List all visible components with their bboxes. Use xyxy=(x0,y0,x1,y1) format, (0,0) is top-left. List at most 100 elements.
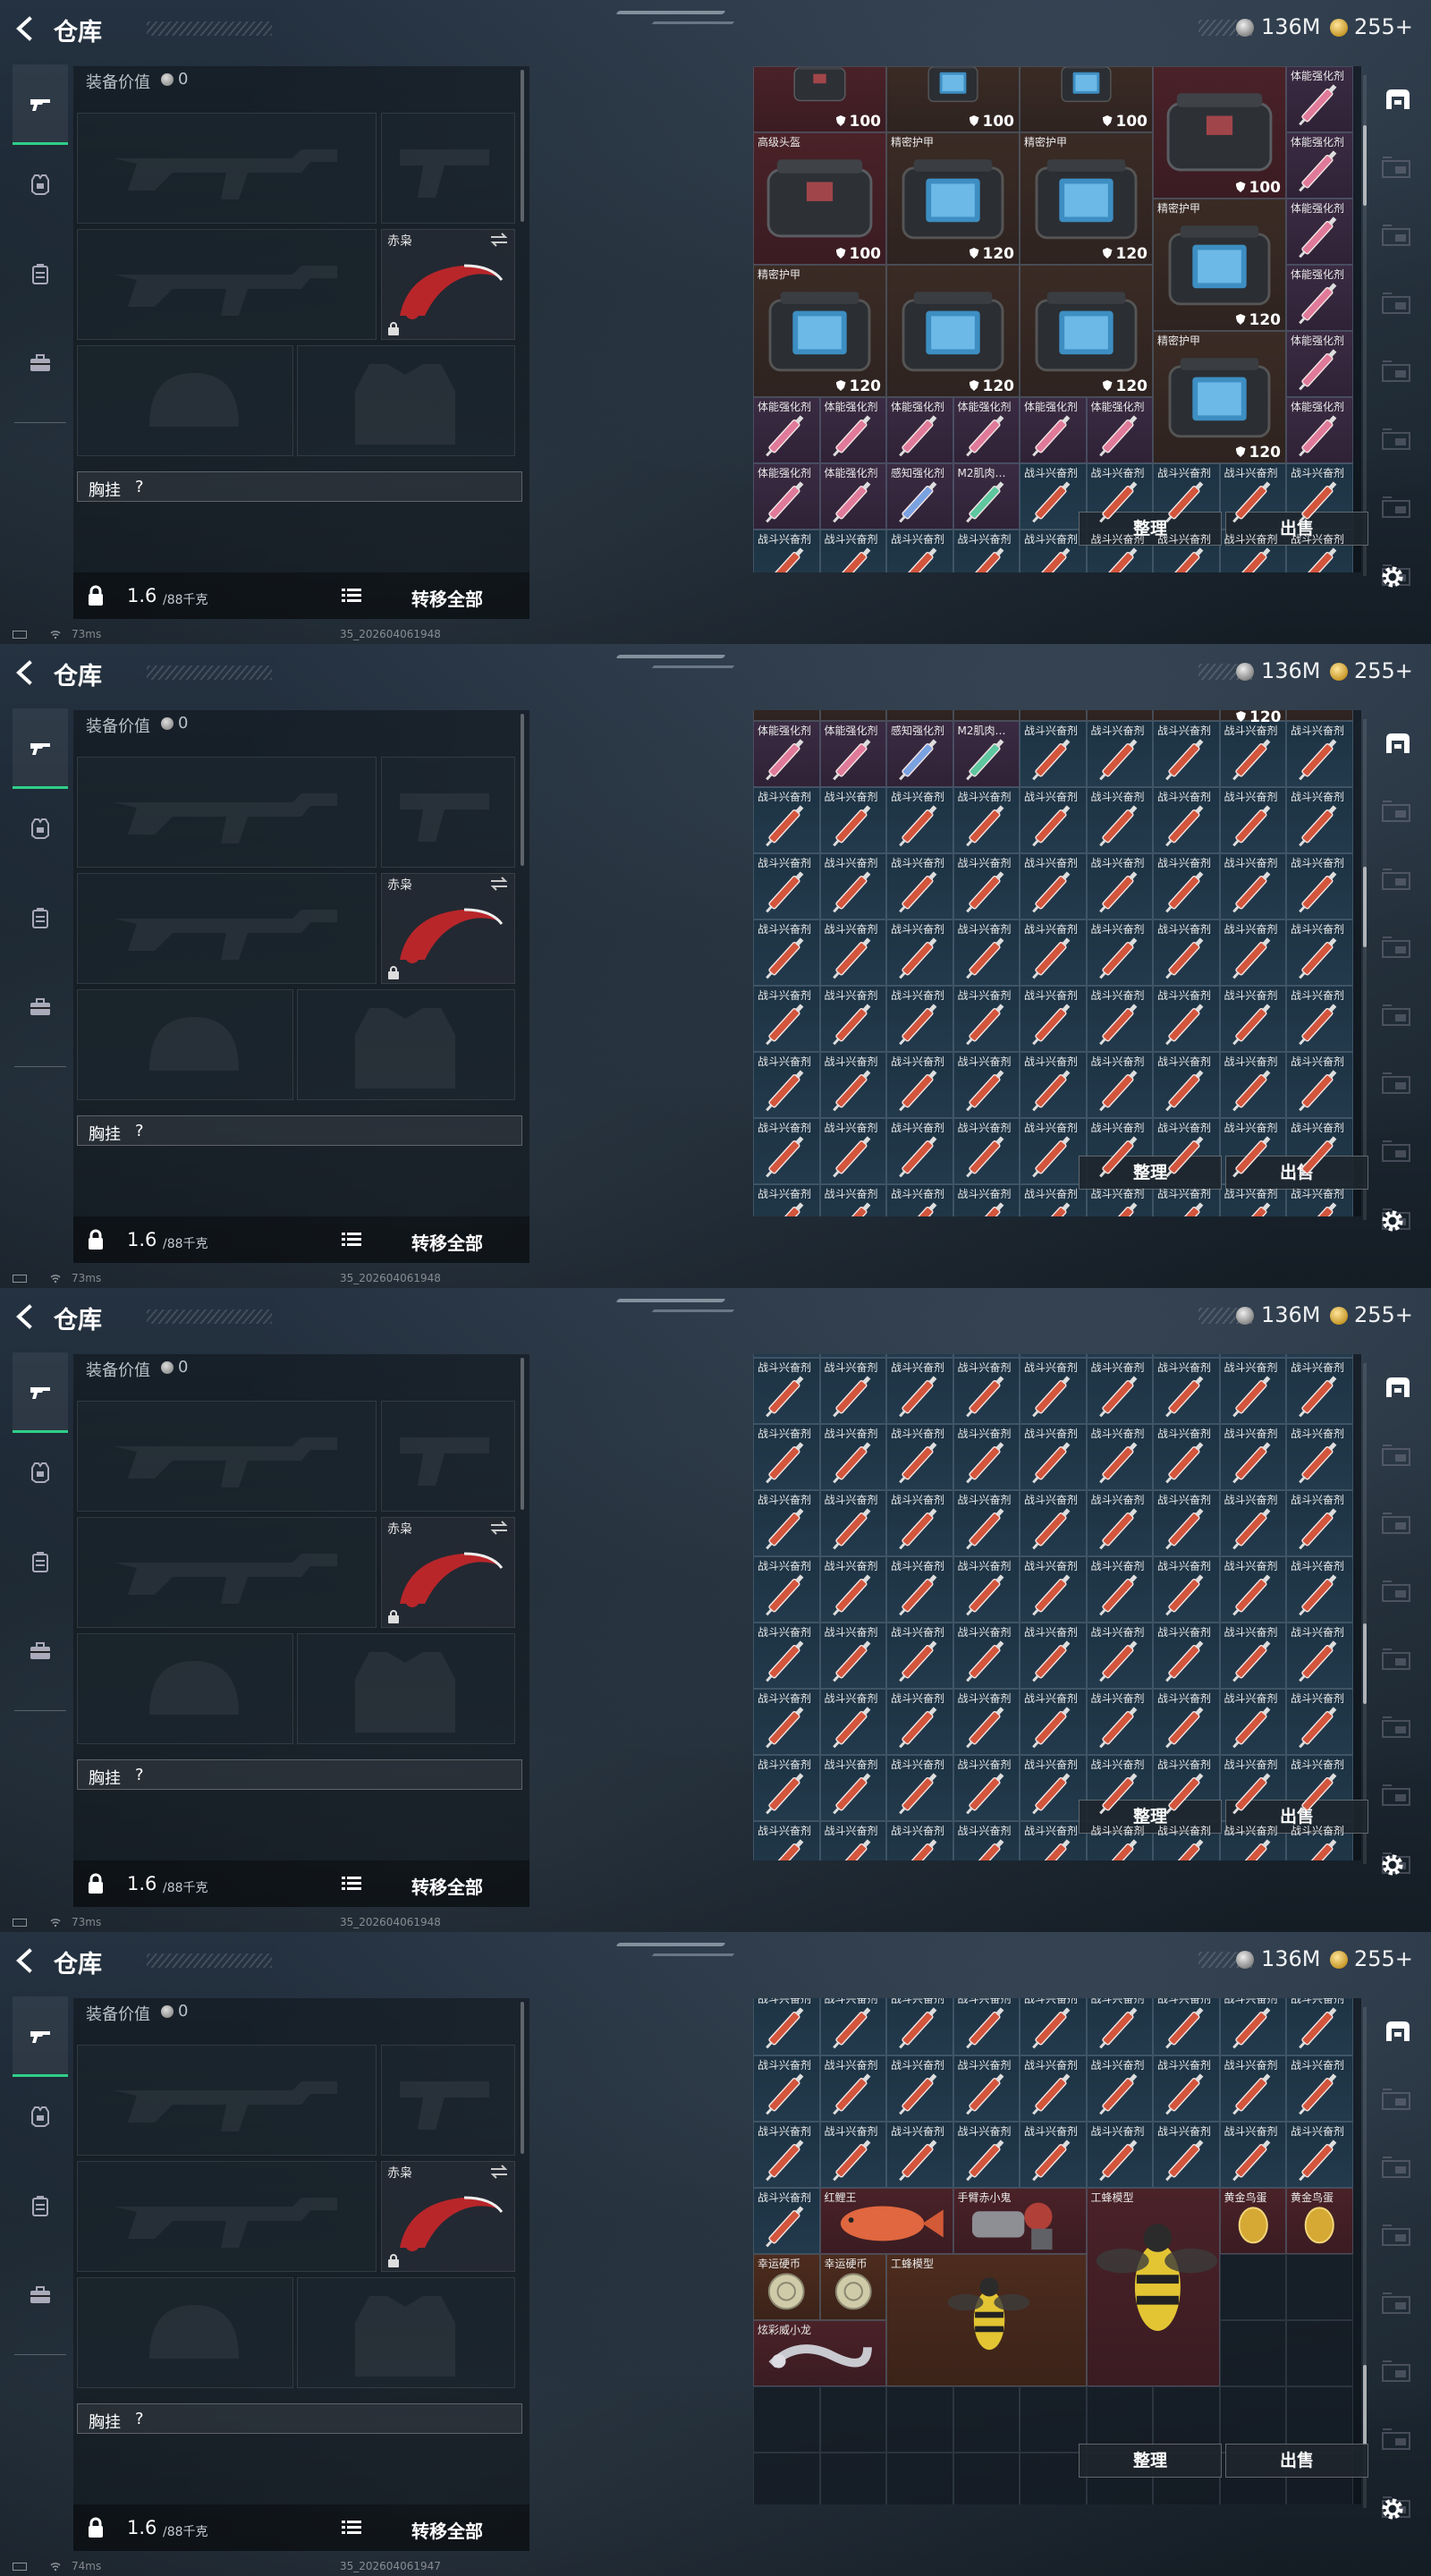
stash-item[interactable]: 战斗兴奋剂 xyxy=(1219,530,1286,572)
stash-scrollbar[interactable] xyxy=(1363,75,1367,576)
stash-item[interactable]: 战斗兴奋剂 xyxy=(1020,919,1087,986)
stash-item[interactable]: 战斗兴奋剂 xyxy=(1086,1490,1153,1556)
stash-item[interactable]: 战斗兴奋剂 xyxy=(886,853,953,919)
stash-item[interactable]: 战斗兴奋剂 xyxy=(1153,1118,1220,1184)
stash-item[interactable]: 体能强化剂 xyxy=(1286,397,1353,463)
stash-item[interactable]: 战斗兴奋剂 xyxy=(753,986,820,1052)
stash-scrollbar[interactable] xyxy=(1363,2007,1367,2508)
stash-item[interactable]: 战斗兴奋剂 xyxy=(819,853,886,919)
stash-item[interactable]: 体能强化剂 xyxy=(753,721,820,787)
stash-item[interactable]: 战斗兴奋剂 xyxy=(953,1052,1020,1118)
stash-scroll-thumb[interactable] xyxy=(1363,867,1367,947)
stash-item[interactable]: 战斗兴奋剂 xyxy=(1286,1490,1353,1556)
settings-gear-icon[interactable] xyxy=(1379,564,1406,590)
stash-item[interactable]: 战斗兴奋剂 xyxy=(1086,853,1153,919)
stash-item[interactable] xyxy=(753,710,820,721)
stash-item[interactable]: 战斗兴奋剂 xyxy=(1219,463,1286,530)
stash-item[interactable]: 战斗兴奋剂 xyxy=(886,1556,953,1623)
stash-item[interactable]: 战斗兴奋剂 xyxy=(1153,2055,1220,2122)
stash-item[interactable]: 战斗兴奋剂 xyxy=(953,919,1020,986)
stash-item[interactable] xyxy=(1086,710,1153,721)
stash-item[interactable]: 战斗兴奋剂 xyxy=(1153,919,1220,986)
armor-slot[interactable] xyxy=(297,2277,515,2388)
stash-item[interactable]: 战斗兴奋剂 xyxy=(1153,1358,1220,1424)
stash-item[interactable]: 战斗兴奋剂 xyxy=(1219,1556,1286,1623)
stash-item[interactable]: 战斗兴奋剂 xyxy=(1153,530,1220,572)
stash-item[interactable]: 体能强化剂 xyxy=(753,463,820,530)
stash-item[interactable]: 战斗兴奋剂 xyxy=(753,1490,820,1556)
empty-cell[interactable] xyxy=(953,2453,1020,2504)
stash-item[interactable]: 战斗兴奋剂 xyxy=(1086,1998,1153,2055)
stash-item[interactable]: 战斗兴奋剂 xyxy=(1086,1184,1153,1216)
stash-item[interactable]: 战斗兴奋剂 xyxy=(753,2055,820,2122)
stash-item[interactable]: 体能强化剂 xyxy=(1020,397,1087,463)
list-icon[interactable] xyxy=(342,1875,361,1893)
stash-item[interactable]: 战斗兴奋剂 xyxy=(753,1184,820,1216)
stash-item[interactable]: 战斗兴奋剂 xyxy=(753,1998,820,2055)
stash-item[interactable]: 精密护甲 120 xyxy=(886,132,1020,265)
stash-item[interactable]: 工蜂模型 xyxy=(886,2254,1087,2386)
stash-item[interactable]: 战斗兴奋剂 xyxy=(886,1358,953,1424)
stash-item[interactable]: 战斗兴奋剂 xyxy=(1153,1556,1220,1623)
stash-tab-main-icon[interactable] xyxy=(1379,86,1417,113)
stash-item[interactable]: 战斗兴奋剂 xyxy=(1086,1052,1153,1118)
stash-item[interactable]: 战斗兴奋剂 xyxy=(1086,1689,1153,1755)
stash-item[interactable]: 战斗兴奋剂 xyxy=(886,2122,953,2188)
stash-item[interactable]: 战斗兴奋剂 xyxy=(819,1184,886,1216)
stash-item[interactable]: M2肌肉… xyxy=(953,463,1020,530)
stash-tab-icon[interactable] xyxy=(1379,358,1417,385)
stash-item[interactable]: 战斗兴奋剂 xyxy=(953,1358,1020,1424)
list-icon[interactable] xyxy=(342,2519,361,2537)
stash-item[interactable]: 战斗兴奋剂 xyxy=(886,1755,953,1821)
stash-item[interactable]: 战斗兴奋剂 xyxy=(753,919,820,986)
stash-item[interactable]: 手臂赤小鬼 xyxy=(953,2188,1087,2254)
stash-item[interactable]: 战斗兴奋剂 xyxy=(753,2122,820,2188)
stash-item[interactable]: 100 xyxy=(753,66,886,132)
stash-item[interactable]: 战斗兴奋剂 xyxy=(1020,1998,1087,2055)
stash-item[interactable]: 战斗兴奋剂 xyxy=(1020,2055,1087,2122)
stash-item[interactable]: 战斗兴奋剂 xyxy=(1219,1689,1286,1755)
stash-item[interactable]: 战斗兴奋剂 xyxy=(1286,1623,1353,1689)
back-icon[interactable] xyxy=(13,1303,39,1330)
nav-weapons[interactable] xyxy=(13,1996,68,2077)
stash-tab-icon[interactable] xyxy=(1379,1002,1417,1029)
stash-item[interactable]: 战斗兴奋剂 xyxy=(1086,1424,1153,1490)
stash-grid[interactable]: 战斗兴奋剂战斗兴奋剂战斗兴奋剂战斗兴奋剂战斗兴奋剂战斗兴奋剂战斗兴奋剂战斗兴奋剂… xyxy=(753,66,1361,572)
stash-item[interactable]: 战斗兴奋剂 xyxy=(1153,1184,1220,1216)
chest-rig-slot[interactable]: 胸挂 ? xyxy=(77,2403,522,2434)
stash-grid[interactable]: 战斗兴奋剂战斗兴奋剂战斗兴奋剂战斗兴奋剂战斗兴奋剂战斗兴奋剂战斗兴奋剂战斗兴奋剂… xyxy=(753,1354,1361,1860)
nav-backpack[interactable] xyxy=(13,234,68,315)
stash-item[interactable]: 幸运硬币 xyxy=(819,2254,886,2320)
melee-slot[interactable]: 赤枭 xyxy=(381,873,515,984)
stash-item[interactable]: 战斗兴奋剂 xyxy=(886,787,953,853)
stash-item[interactable]: 感知强化剂 xyxy=(886,721,953,787)
empty-cell[interactable] xyxy=(1020,2386,1087,2453)
helmet-slot[interactable] xyxy=(77,1633,293,1744)
stash-grid[interactable]: 战斗兴奋剂战斗兴奋剂战斗兴奋剂战斗兴奋剂战斗兴奋剂战斗兴奋剂战斗兴奋剂战斗兴奋剂… xyxy=(753,1998,1361,2504)
panel-scrollbar[interactable] xyxy=(521,2002,524,2154)
stash-item[interactable]: 100 xyxy=(1153,66,1286,199)
transfer-all-button[interactable]: 转移全部 xyxy=(411,1873,483,1899)
stash-item[interactable]: 战斗兴奋剂 xyxy=(753,2188,820,2254)
stash-item[interactable]: 战斗兴奋剂 xyxy=(1020,1424,1087,1490)
empty-cell[interactable] xyxy=(1286,2386,1353,2453)
stash-item[interactable]: 战斗兴奋剂 xyxy=(819,1623,886,1689)
stash-tab-icon[interactable] xyxy=(1379,2154,1417,2181)
stash-item[interactable]: 战斗兴奋剂 xyxy=(753,1052,820,1118)
melee-slot[interactable]: 赤枭 xyxy=(381,229,515,340)
stash-tab-icon[interactable] xyxy=(1379,154,1417,181)
stash-item[interactable]: 战斗兴奋剂 xyxy=(886,1052,953,1118)
stash-item[interactable]: 战斗兴奋剂 xyxy=(1286,1689,1353,1755)
primary-weapon-slot[interactable] xyxy=(77,757,377,868)
stash-item[interactable]: 战斗兴奋剂 xyxy=(753,1755,820,1821)
stash-item[interactable]: 战斗兴奋剂 xyxy=(819,986,886,1052)
stash-item[interactable] xyxy=(819,710,886,721)
stash-item[interactable]: 战斗兴奋剂 xyxy=(1086,1358,1153,1424)
stash-grid[interactable]: 战斗兴奋剂战斗兴奋剂战斗兴奋剂战斗兴奋剂战斗兴奋剂战斗兴奋剂战斗兴奋剂战斗兴奋剂… xyxy=(753,710,1361,1216)
nav-weapons[interactable] xyxy=(13,64,68,145)
stash-item[interactable] xyxy=(886,710,953,721)
pistol-slot[interactable] xyxy=(381,757,515,868)
stash-item[interactable]: 战斗兴奋剂 xyxy=(886,1118,953,1184)
stash-item[interactable]: 战斗兴奋剂 xyxy=(1086,919,1153,986)
stash-item[interactable]: 战斗兴奋剂 xyxy=(1020,1755,1087,1821)
